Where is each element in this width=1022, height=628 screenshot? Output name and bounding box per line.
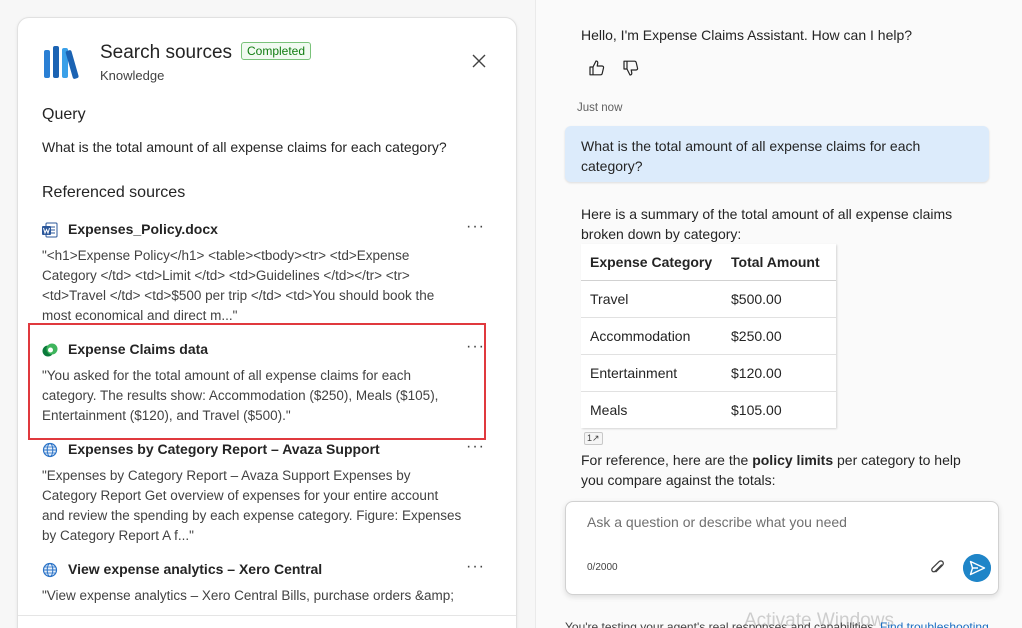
thumbs-up-icon[interactable] <box>587 58 607 78</box>
card-header: Search sources Completed Knowledge <box>42 40 492 88</box>
source-item[interactable]: Expenses_Policy.docx ··· "<h1>Expense Po… <box>42 218 484 326</box>
reference-prefix: For reference, here are the <box>581 452 753 468</box>
column-header: Expense Category <box>581 244 722 281</box>
card-title: Search sources <box>100 42 233 63</box>
reference-bold: policy limits <box>752 452 834 468</box>
external-link-icon: ↗ <box>592 433 600 443</box>
table-cell: Meals <box>581 390 722 428</box>
send-icon[interactable] <box>963 554 991 582</box>
more-options-icon[interactable]: ··· <box>466 558 485 576</box>
table-cell: Accommodation <box>581 316 722 354</box>
table-row: Entertainment $120.00 <box>581 353 836 391</box>
expense-totals-table: Expense Category Total Amount Travel $50… <box>581 244 836 428</box>
column-header: Total Amount <box>722 244 836 281</box>
table-cell: Entertainment <box>581 353 722 391</box>
chat-input-box: 0/2000 <box>565 501 999 595</box>
source-name[interactable]: Expenses_Policy.docx <box>68 221 218 237</box>
status-badge: Completed <box>241 42 312 60</box>
source-item[interactable]: View expense analytics – Xero Central ··… <box>42 558 484 606</box>
troubleshooting-link[interactable]: Find troubleshooting <box>880 620 989 628</box>
message-timestamp: Just now <box>577 102 623 114</box>
table-row: Meals $105.00 <box>581 390 836 428</box>
more-options-icon[interactable]: ··· <box>466 218 485 236</box>
query-heading: Query <box>42 106 86 123</box>
query-text: What is the total amount of all expense … <box>42 139 447 155</box>
chat-footer: You're testing your agent's real respons… <box>565 620 989 628</box>
table-cell: Travel <box>581 279 722 317</box>
citation-link[interactable]: 1↗ <box>584 432 603 445</box>
card-divider <box>18 615 516 616</box>
source-name[interactable]: Expenses by Category Report – Avaza Supp… <box>68 441 380 457</box>
source-snippet: "<h1>Expense Policy</h1> <table><tbody><… <box>42 248 435 323</box>
chat-input[interactable] <box>587 514 967 530</box>
more-options-icon[interactable]: ··· <box>466 438 485 456</box>
bot-reference-text: For reference, here are the policy limit… <box>581 450 981 490</box>
knowledge-library-icon <box>44 46 79 79</box>
table-cell: $250.00 <box>722 316 836 354</box>
source-name[interactable]: View expense analytics – Xero Central <box>68 561 322 577</box>
table-row: Travel $500.00 <box>581 279 836 317</box>
card-subtitle: Knowledge <box>100 68 165 83</box>
highlight-box <box>28 323 486 440</box>
table-header-row: Expense Category Total Amount <box>581 244 836 281</box>
thumbs-down-icon[interactable] <box>621 58 641 78</box>
source-snippet: "Expenses by Category Report – Avaza Sup… <box>42 468 462 543</box>
search-sources-card: Search sources Completed Knowledge Query… <box>17 17 517 628</box>
globe-icon <box>42 442 58 458</box>
referenced-sources-heading: Referenced sources <box>42 184 186 201</box>
table-cell: $500.00 <box>722 279 836 317</box>
character-count: 0/2000 <box>587 562 618 573</box>
bot-greeting: Hello, I'm Expense Claims Assistant. How… <box>581 27 913 43</box>
bot-response-intro: Here is a summary of the total amount of… <box>581 206 953 242</box>
footer-message: You're testing your agent's real respons… <box>565 620 880 628</box>
user-message-bubble: What is the total amount of all expense … <box>565 126 989 182</box>
table-cell: $120.00 <box>722 353 836 391</box>
table-row: Accommodation $250.00 <box>581 316 836 354</box>
word-doc-icon <box>42 222 58 238</box>
globe-icon <box>42 562 58 578</box>
source-item[interactable]: Expenses by Category Report – Avaza Supp… <box>42 438 484 546</box>
paperclip-icon[interactable] <box>929 559 947 577</box>
table-cell: $105.00 <box>722 390 836 428</box>
close-icon[interactable] <box>470 52 488 70</box>
source-snippet: "View expense analytics – Xero Central B… <box>42 588 454 603</box>
